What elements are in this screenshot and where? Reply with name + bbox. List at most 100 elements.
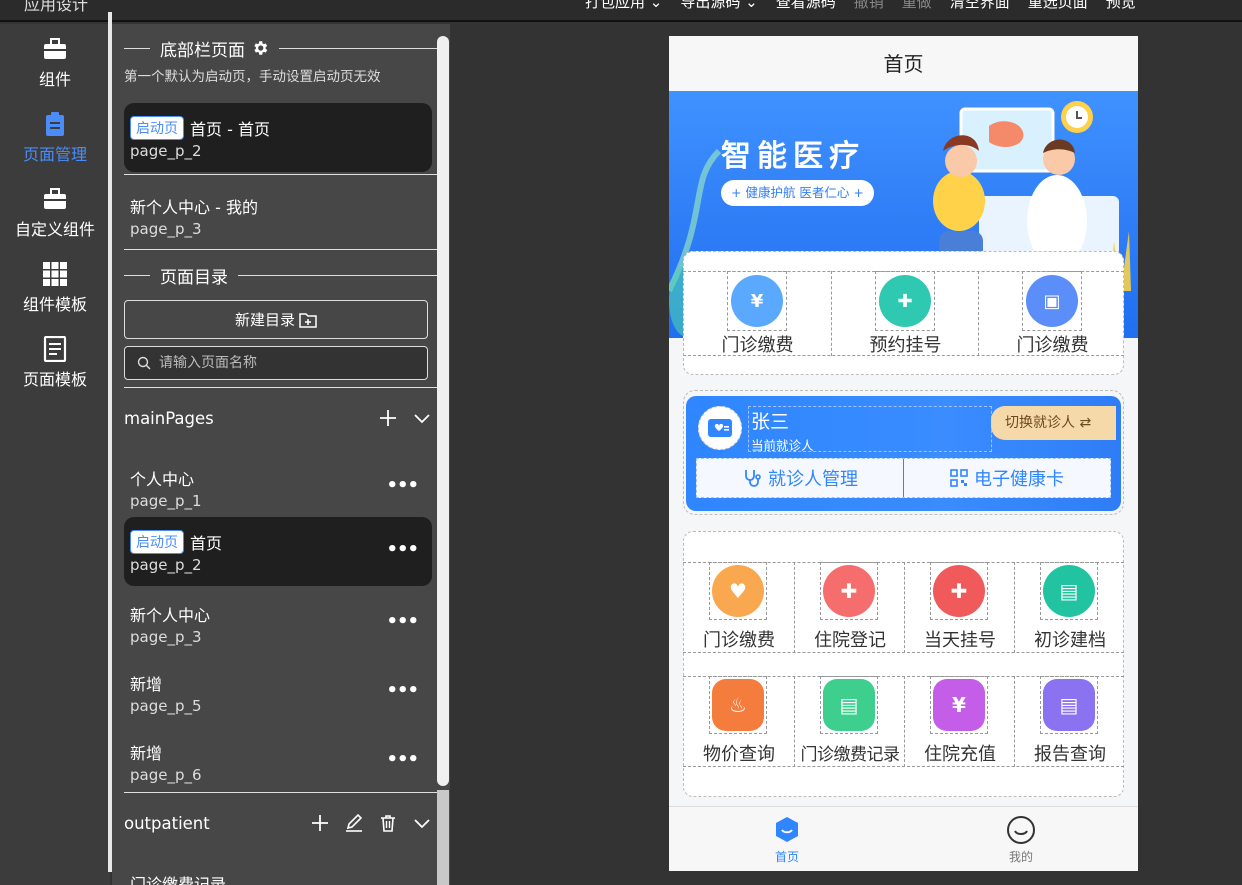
- page-search-input[interactable]: [159, 355, 399, 371]
- launch-page-badge: 启动页: [130, 116, 184, 140]
- group-name: outpatient: [124, 813, 210, 833]
- quick-action-icon: ▣: [1026, 275, 1078, 327]
- add-icon[interactable]: [310, 813, 330, 833]
- page-item-id: page_p_2: [130, 142, 202, 160]
- rail-item-document[interactable]: 页面模板: [0, 324, 110, 394]
- grid-icon: [42, 261, 68, 287]
- stethoscope-icon: [742, 468, 762, 488]
- patient-subtitle: 当前就诊人: [751, 438, 814, 453]
- top-menu-item[interactable]: 撤销: [854, 0, 884, 12]
- top-menu-item[interactable]: 预览: [1106, 0, 1136, 12]
- page-item-id: page_p_3: [130, 220, 202, 238]
- tab-mine-label: 我的: [1008, 850, 1033, 864]
- service-item[interactable]: ♨ 物价查询: [684, 676, 794, 767]
- service-item[interactable]: ▤ 报告查询: [1014, 676, 1124, 767]
- page-item-title-row: 新个人中心 - 我的: [130, 194, 258, 218]
- service-item[interactable]: ▤ 门诊缴费记录: [794, 676, 904, 767]
- patient-card-body: 张三 当前就诊人 切换就诊人 ⇄ 就诊人管理 电子健康卡: [686, 396, 1121, 511]
- app-title: 应用设计: [24, 0, 89, 14]
- rail-item-briefcase[interactable]: 自定义组件: [0, 174, 110, 244]
- top-menu-item[interactable]: 重做: [902, 0, 932, 12]
- divider: [124, 792, 438, 793]
- health-card-label: 电子健康卡: [974, 469, 1064, 490]
- service-item[interactable]: ♥ 门诊缴费: [684, 562, 794, 653]
- new-directory-button[interactable]: 新建目录: [124, 300, 428, 339]
- page-item-title-row: 门诊缴费记录: [130, 871, 226, 885]
- patient-card: 张三 当前就诊人 切换就诊人 ⇄ 就诊人管理 电子健康卡: [683, 390, 1124, 515]
- briefcase-icon: [42, 36, 68, 62]
- page-item[interactable]: 新个人中心 page_p_3 •••: [124, 589, 432, 658]
- quick-action-item[interactable]: ▣ 门诊缴费: [978, 271, 1125, 356]
- rail-item-label: 组件: [38, 70, 71, 89]
- page-search-field[interactable]: [124, 346, 428, 380]
- quick-action-item[interactable]: ✚ 预约挂号: [831, 271, 978, 356]
- briefcase-icon: [42, 186, 68, 212]
- service-icon-frame: ▤: [820, 676, 878, 734]
- more-icon[interactable]: •••: [386, 749, 419, 770]
- service-item[interactable]: ✚ 住院登记: [794, 562, 904, 653]
- page-item[interactable]: 新增 page_p_5 •••: [124, 658, 432, 727]
- more-icon[interactable]: •••: [386, 475, 419, 496]
- service-icon-frame: ¥: [930, 676, 988, 734]
- rail-item-label: 页面模板: [22, 370, 87, 389]
- page-item-id: page_p_5: [130, 697, 202, 715]
- service-label: 初诊建档: [1034, 630, 1106, 651]
- health-card-button[interactable]: 电子健康卡: [904, 459, 1110, 497]
- quick-action-label: 预约挂号: [869, 335, 942, 356]
- rail-item-grid[interactable]: 组件模板: [0, 249, 110, 319]
- rail-item-label: 自定义组件: [14, 220, 95, 239]
- qrcode-icon: [950, 469, 968, 487]
- panel-scrollbar-thumb[interactable]: [437, 36, 449, 786]
- tabbar-hint: 第一个默认为启动页，手动设置启动页无效: [124, 69, 381, 85]
- chevron-down-icon[interactable]: [412, 813, 432, 833]
- quick-action-icon: ¥: [731, 275, 783, 327]
- page-item[interactable]: 新增 page_p_6 •••: [124, 727, 432, 796]
- tab-mine[interactable]: 我的: [991, 815, 1051, 865]
- group-tools: [378, 408, 432, 428]
- rail-item-briefcase[interactable]: 组件: [0, 24, 110, 94]
- launch-page-badge: 启动页: [130, 530, 184, 554]
- search-icon: [137, 356, 151, 370]
- services-card: ♥ 门诊缴费 ✚ 住院登记 ✚ 当天挂号 ▤ 初诊建档 ♨ 物价查询 ▤ 门诊缴费记录 ¥ 住院充值 ▤ 报告…: [683, 531, 1124, 797]
- page-item[interactable]: 新个人中心 - 我的 page_p_3: [124, 181, 432, 250]
- more-icon[interactable]: •••: [386, 880, 419, 885]
- page-item[interactable]: 启动页 首页 page_p_2 •••: [124, 517, 432, 586]
- page-item[interactable]: 启动页 首页 - 首页 page_p_2: [124, 103, 432, 172]
- top-menu-item[interactable]: 清空界面: [950, 0, 1010, 12]
- quick-action-item[interactable]: ¥ 门诊缴费: [684, 271, 831, 356]
- page-item[interactable]: 门诊缴费记录 •••: [124, 858, 432, 885]
- service-item[interactable]: ✚ 当天挂号: [904, 562, 1014, 653]
- gear-icon[interactable]: [251, 39, 269, 57]
- folder-plus-icon: [299, 312, 317, 328]
- more-icon[interactable]: •••: [386, 680, 419, 701]
- top-menu-item[interactable]: 重选页面: [1028, 0, 1088, 12]
- directory-section-title: 页面目录: [160, 267, 228, 288]
- patient-info: 张三 当前就诊人: [748, 406, 992, 453]
- group-header-mainPages[interactable]: mainPages: [124, 403, 432, 433]
- more-icon[interactable]: •••: [386, 539, 419, 560]
- phone-preview: 首页 智能医疗 + 健康护航 医者仁心 + ¥ 门诊缴费 ✚ 预约挂号 ▣ 门诊…: [669, 36, 1138, 871]
- group-header-outpatient[interactable]: outpatient: [124, 808, 432, 838]
- top-menu-item[interactable]: 打包应用 ⌄: [585, 0, 662, 12]
- service-item[interactable]: ▤ 初诊建档: [1014, 562, 1124, 653]
- rail-item-clipboard[interactable]: 页面管理: [0, 99, 110, 169]
- switch-patient-button[interactable]: 切换就诊人 ⇄: [991, 406, 1116, 440]
- chevron-down-icon[interactable]: [412, 408, 432, 428]
- rail-item-label: 页面管理: [22, 145, 87, 164]
- manage-patients-button[interactable]: 就诊人管理: [697, 459, 904, 497]
- page-item-title: 首页: [190, 534, 223, 553]
- edit-icon[interactable]: [344, 813, 364, 833]
- tab-home[interactable]: 首页: [757, 815, 817, 865]
- quick-action-icon-frame: ¥: [727, 271, 787, 331]
- trash-icon[interactable]: [378, 813, 398, 833]
- add-icon[interactable]: [378, 408, 398, 428]
- page-item[interactable]: 个人中心 page_p_1 •••: [124, 453, 432, 522]
- more-icon[interactable]: •••: [386, 611, 419, 632]
- top-menu-item[interactable]: 查看源码: [776, 0, 836, 12]
- service-item[interactable]: ¥ 住院充值: [904, 676, 1014, 767]
- group-tools: [310, 813, 432, 833]
- top-menu-item[interactable]: 导出源码 ⌄: [680, 0, 757, 12]
- panel-scrollbar-track[interactable]: [437, 790, 449, 885]
- patient-actions: 就诊人管理 电子健康卡: [696, 458, 1111, 498]
- manage-patients-label: 就诊人管理: [768, 469, 858, 490]
